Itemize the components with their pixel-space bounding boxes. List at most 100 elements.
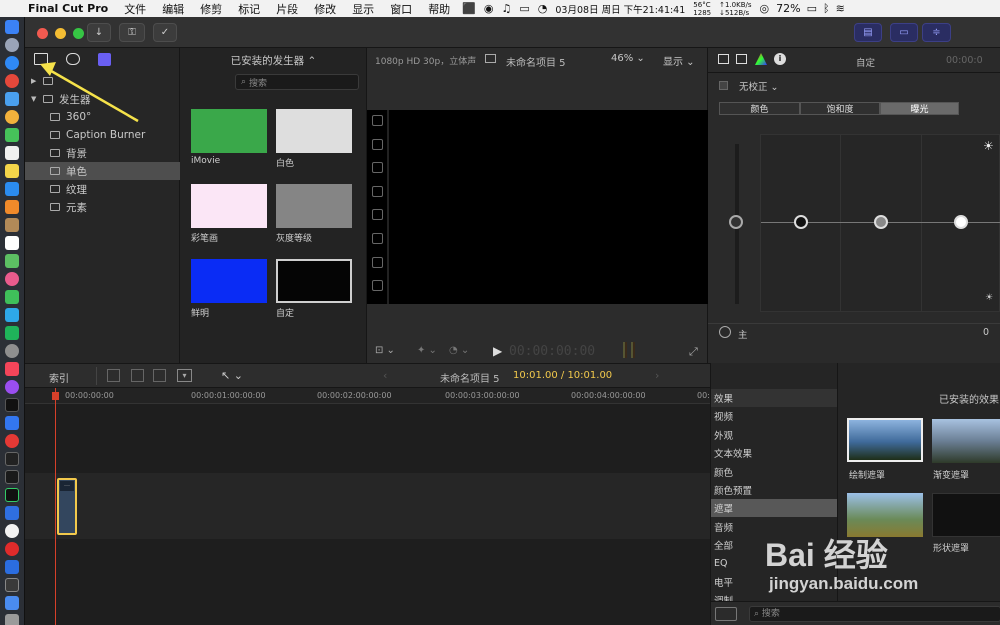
enhance-menu[interactable]: ✦ ⌄ xyxy=(417,345,437,356)
generator-thumbnail[interactable] xyxy=(276,184,352,228)
keywords-button[interactable]: ⚿ xyxy=(119,23,145,42)
correction-checkbox[interactable] xyxy=(719,81,728,90)
fx-category[interactable]: 文本效果 xyxy=(711,444,837,462)
terminal-icon[interactable] xyxy=(5,452,19,466)
sidebar-item[interactable]: 背景 xyxy=(25,144,180,162)
tab-saturation[interactable]: 饱和度 xyxy=(800,102,880,115)
menu-file[interactable]: 文件 xyxy=(116,1,154,17)
info-inspector-icon[interactable]: i xyxy=(774,53,786,65)
generator-thumbnail[interactable] xyxy=(276,259,352,303)
play-button[interactable]: ▶ xyxy=(493,344,502,358)
battery-icon[interactable]: ▭ xyxy=(804,2,820,15)
inspector-toggle-button[interactable]: ≑ xyxy=(922,23,951,42)
generator-thumbnail[interactable] xyxy=(191,109,267,153)
notes-icon[interactable] xyxy=(5,164,19,178)
books-icon[interactable] xyxy=(5,200,19,214)
append-clip-icon[interactable] xyxy=(153,369,166,382)
highlights-puck[interactable] xyxy=(954,215,968,229)
speed-menu[interactable]: ◔ ⌄ xyxy=(449,345,469,356)
color-inspector-icon[interactable] xyxy=(755,53,767,65)
insert-clip-icon[interactable] xyxy=(131,369,144,382)
netease-icon[interactable] xyxy=(5,542,19,556)
clock-icon[interactable]: ◔ xyxy=(534,2,552,15)
viewer-canvas[interactable] xyxy=(367,110,708,304)
chrome-icon[interactable] xyxy=(5,74,19,88)
menu-view[interactable]: 显示 xyxy=(344,1,382,17)
photos2-icon[interactable] xyxy=(5,272,19,286)
vpn-icon[interactable] xyxy=(5,506,19,520)
close-button[interactable] xyxy=(37,28,48,39)
fx-category[interactable]: 遮罩 xyxy=(711,499,837,518)
generator-thumbnail[interactable] xyxy=(276,109,352,153)
libraries-icon[interactable] xyxy=(98,53,111,66)
correction-menu[interactable]: 无校正 ⌄ xyxy=(739,79,779,93)
keynote-icon[interactable] xyxy=(5,416,19,430)
launchpad-icon[interactable] xyxy=(5,38,19,52)
fx-category[interactable]: 颜色 xyxy=(711,463,837,481)
tab-color[interactable]: 颜色 xyxy=(719,102,800,115)
sidebar-item[interactable]: 纹理 xyxy=(25,180,180,198)
tab-exposure[interactable]: 曝光 xyxy=(880,102,959,115)
messages-icon[interactable] xyxy=(5,128,19,142)
calendar-icon[interactable] xyxy=(5,146,19,160)
trash-icon[interactable] xyxy=(5,614,19,625)
titles-generators-icon[interactable] xyxy=(66,53,80,65)
menu-clip[interactable]: 片段 xyxy=(268,1,306,17)
master-value[interactable]: 0 xyxy=(983,327,989,338)
overwrite-clip-icon[interactable]: ▾ xyxy=(177,369,192,382)
zoom-button[interactable] xyxy=(73,28,84,39)
status-icon[interactable]: ⬛ xyxy=(458,2,480,15)
fx-category[interactable]: 外观 xyxy=(711,426,837,444)
sidebar-item[interactable]: 元素 xyxy=(25,198,180,216)
disclosure-closed-icon[interactable]: ▶ xyxy=(31,77,43,85)
forward-arrow-icon[interactable]: › xyxy=(655,369,659,382)
wifi-icon[interactable]: ≋ xyxy=(833,2,848,15)
color-board[interactable]: ☀ ☀ xyxy=(760,134,1000,312)
sidebar-item[interactable]: ▼ 发生器 xyxy=(25,90,180,108)
qq-icon[interactable] xyxy=(5,308,19,322)
sidebar-item[interactable]: 360° xyxy=(25,108,180,126)
film-inspector-icon[interactable] xyxy=(736,54,747,64)
menu-help[interactable]: 帮助 xyxy=(420,1,458,17)
search-field[interactable]: ⌕ 搜索 xyxy=(235,74,359,90)
downloads-icon[interactable] xyxy=(5,596,19,610)
timeline[interactable]: 00:00:00:00 00:00:01:00:00:00 00:00:02:0… xyxy=(25,388,710,625)
connect-clip-icon[interactable] xyxy=(107,369,120,382)
display-icon[interactable]: ▭ xyxy=(515,2,533,15)
menubar-clock[interactable]: 03月08日 周日 下午21:41:41 xyxy=(551,2,689,16)
eye-icon[interactable]: ◎ xyxy=(756,2,774,15)
shadows-puck[interactable] xyxy=(794,215,808,229)
fx-category[interactable]: 效果 xyxy=(711,389,837,407)
finder-icon[interactable] xyxy=(5,20,19,34)
calendar2-icon[interactable] xyxy=(5,236,19,250)
menu-window[interactable]: 窗口 xyxy=(382,1,420,17)
import-button[interactable]: ↓ xyxy=(87,23,111,42)
sidebar-item[interactable]: 单色 xyxy=(25,162,180,180)
background-tasks-button[interactable]: ✓ xyxy=(153,23,177,42)
generator-thumbnail[interactable] xyxy=(191,259,267,303)
sidebar-item[interactable]: ▶ xyxy=(25,72,180,90)
podcasts-icon[interactable] xyxy=(5,380,19,394)
fx-category[interactable]: 颜色预置 xyxy=(711,481,837,499)
transform-menu[interactable]: ⊡ ⌄ xyxy=(375,345,395,356)
maps-icon[interactable] xyxy=(5,254,19,268)
minimize-button[interactable] xyxy=(55,28,66,39)
safari-icon[interactable] xyxy=(5,56,19,70)
music-dock-icon[interactable] xyxy=(5,362,19,376)
tv-icon[interactable] xyxy=(5,398,19,412)
fcp-dock-icon[interactable] xyxy=(5,578,19,592)
global-puck[interactable] xyxy=(729,215,743,229)
zoom-menu[interactable]: 46% ⌄ xyxy=(611,53,645,64)
music-icon[interactable]: ♫ xyxy=(498,2,516,15)
photos-audio-icon[interactable] xyxy=(34,53,48,65)
menu-modify[interactable]: 修改 xyxy=(306,1,344,17)
sidebar-item[interactable]: Caption Burner xyxy=(25,126,180,144)
video-inspector-icon[interactable] xyxy=(718,54,729,64)
sidebar-toggle-icon[interactable] xyxy=(715,607,737,621)
fx-category[interactable]: 视频 xyxy=(711,407,837,425)
yoink-icon[interactable] xyxy=(5,524,19,538)
index-button[interactable]: 索引 xyxy=(49,370,69,385)
view-menu[interactable]: 显示 ⌄ xyxy=(663,53,695,68)
vivaldi-icon[interactable] xyxy=(5,434,19,448)
fx-thumb-gradient-mask[interactable] xyxy=(932,419,1000,463)
